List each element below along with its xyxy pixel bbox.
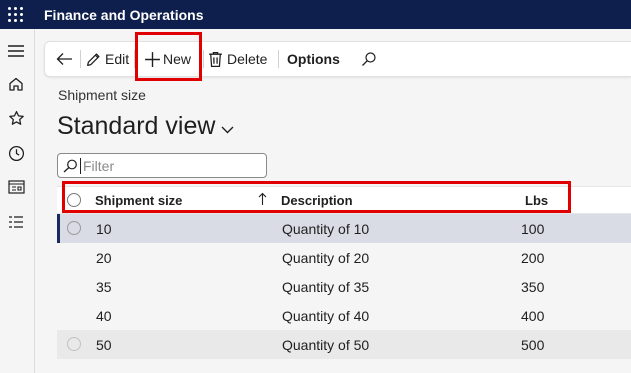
back-arrow-icon (56, 53, 72, 65)
new-button-highlight (135, 32, 202, 81)
options-tab[interactable]: Options (287, 42, 340, 76)
home-icon[interactable] (5, 73, 27, 95)
cell-description: Quantity of 20 (282, 250, 370, 266)
toolbar-divider (203, 50, 204, 68)
toolbar-divider (278, 50, 279, 68)
table-row[interactable]: 35 Quantity of 35 350 (57, 272, 631, 301)
list-icon[interactable] (5, 211, 27, 233)
edit-button[interactable]: Edit (85, 42, 129, 76)
app-launcher-icon[interactable] (0, 0, 30, 29)
edit-label: Edit (105, 51, 130, 67)
toolbar-divider (80, 50, 81, 68)
cell-shipment-size: 40 (96, 308, 112, 324)
star-icon[interactable] (5, 107, 27, 129)
view-title: Standard view (57, 112, 216, 140)
table-row[interactable]: 50 Quantity of 50 500 (57, 330, 631, 359)
pencil-icon (87, 52, 100, 66)
app-title: Finance and Operations (44, 6, 204, 23)
shipment-size-grid: Shipment size Description Lbs 10 Quantit… (57, 186, 631, 373)
left-navigation (0, 29, 35, 373)
top-bar: Finance and Operations (0, 0, 631, 29)
row-select-radio[interactable] (67, 221, 81, 235)
workspace-icon[interactable] (5, 176, 27, 198)
action-toolbar: Edit New Delete Options (44, 41, 631, 77)
cell-description: Quantity of 40 (282, 308, 370, 324)
hamburger-icon[interactable] (5, 40, 27, 62)
search-button[interactable] (361, 42, 377, 76)
cell-shipment-size: 50 (96, 337, 112, 353)
row-select-radio[interactable] (67, 337, 81, 351)
cell-lbs: 400 (521, 308, 545, 324)
trash-icon (209, 51, 222, 67)
column-header-highlight (62, 181, 571, 213)
cell-shipment-size: 35 (96, 279, 112, 295)
chevron-down-icon (221, 126, 234, 133)
filter-box[interactable] (57, 153, 267, 178)
search-icon (362, 52, 376, 66)
table-row[interactable]: 40 Quantity of 40 400 (57, 301, 631, 330)
cell-lbs: 350 (521, 279, 545, 295)
filter-input[interactable] (83, 157, 263, 174)
cell-lbs: 500 (521, 337, 545, 353)
view-selector[interactable]: Standard view (57, 112, 234, 141)
cell-description: Quantity of 35 (282, 279, 370, 295)
cell-shipment-size: 20 (96, 250, 112, 266)
delete-label: Delete (227, 51, 268, 67)
table-row[interactable]: 10 Quantity of 10 100 (57, 214, 631, 243)
delete-button[interactable]: Delete (208, 42, 267, 76)
back-button[interactable] (53, 42, 75, 76)
text-caret (80, 157, 81, 174)
clock-icon[interactable] (5, 142, 27, 164)
cell-description: Quantity of 50 (282, 337, 370, 353)
cell-lbs: 200 (521, 250, 545, 266)
search-icon (63, 159, 77, 172)
options-label: Options (287, 51, 340, 67)
cell-shipment-size: 10 (96, 221, 112, 237)
page-label: Shipment size (58, 87, 146, 103)
cell-lbs: 100 (521, 221, 545, 237)
table-row[interactable]: 20 Quantity of 20 200 (57, 243, 631, 272)
cell-description: Quantity of 10 (282, 221, 370, 237)
